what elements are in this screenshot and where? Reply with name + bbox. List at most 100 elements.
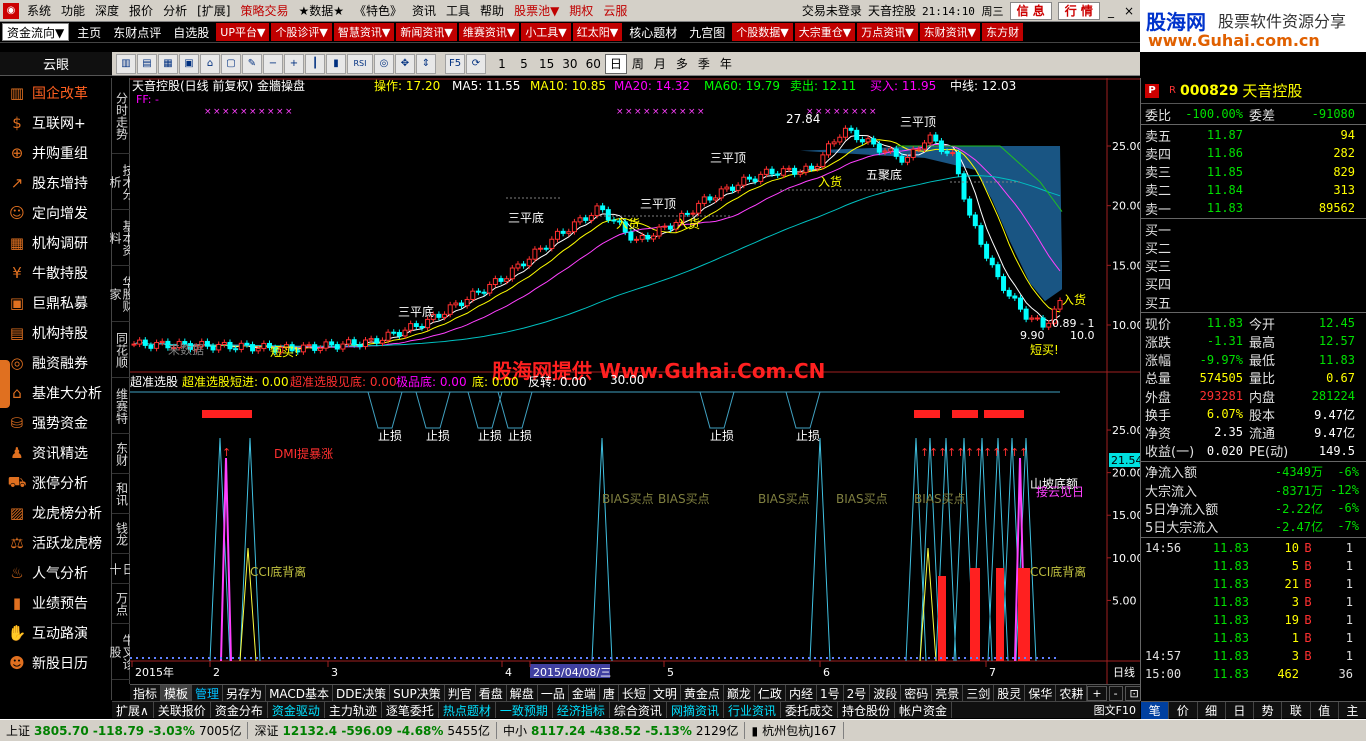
menu-system[interactable]: 系统 — [22, 2, 56, 19]
indicator-tab[interactable]: 密码 — [901, 685, 933, 701]
info-button[interactable]: 信 息 — [1009, 1, 1052, 20]
left-nav-item[interactable]: ⛟ 涨停分析 — [0, 468, 111, 498]
red-sun-link[interactable]: 红太阳▼ — [572, 23, 623, 41]
dongcai-news-link[interactable]: 东财资讯▼ — [919, 23, 981, 41]
indicator-tab[interactable]: 仁政 — [755, 685, 786, 701]
left-nav-item[interactable]: ⚖ 活跃龙虎榜 — [0, 528, 111, 558]
left-nav-item[interactable]: ☻ 新股日历 — [0, 648, 111, 678]
indicator-tab[interactable]: 判官 — [445, 685, 476, 701]
extension-tab[interactable]: 资金分布 — [211, 702, 268, 718]
watchlist-link[interactable]: 自选股 — [167, 24, 215, 41]
menu-cloud[interactable]: 云服 — [598, 2, 632, 19]
f10-icon[interactable]: ▣ — [179, 53, 199, 74]
zoom-out-icon[interactable]: − — [263, 53, 283, 74]
indicator-tab[interactable]: 管理 — [192, 685, 224, 701]
extension-tab[interactable]: 关联报价 — [154, 702, 211, 718]
period-tab[interactable]: 60 — [582, 54, 605, 74]
collapse-handle[interactable] — [0, 360, 10, 408]
window-icon[interactable]: ▢ — [221, 53, 241, 74]
indicator-tab[interactable]: 金端 — [569, 685, 600, 701]
extension-tab[interactable]: 委托成交 — [781, 702, 838, 718]
wandian-news-link[interactable]: 万点资讯▼ — [857, 23, 918, 41]
f5-icon[interactable]: F5 — [445, 53, 465, 74]
quote-tab[interactable]: 势 — [1254, 701, 1283, 719]
period-tab[interactable]: 15 — [535, 54, 558, 74]
quote-tab[interactable]: 主 — [1339, 701, 1366, 719]
home-link[interactable]: 主页 — [71, 24, 107, 41]
market-button[interactable]: 行 情 — [1057, 1, 1100, 20]
tab-control-button[interactable]: ⊡ — [1124, 685, 1140, 701]
menu-tools[interactable]: 工具 — [441, 2, 475, 19]
indicator-tab[interactable]: 股灵 — [994, 685, 1026, 701]
indicator-tab[interactable]: 黄金点 — [681, 685, 724, 701]
indicator-tab[interactable]: 1号 — [817, 685, 844, 701]
menu-function[interactable]: 功能 — [56, 2, 90, 19]
up-down-icon[interactable]: ⇕ — [416, 53, 436, 74]
volume-icon[interactable]: ▦ — [158, 53, 178, 74]
vertical-tab[interactable]: 万点 — [112, 584, 130, 624]
indicator-tab[interactable]: 解盘 — [507, 685, 538, 701]
candle-icon[interactable]: ▮ — [326, 53, 346, 74]
left-nav-item[interactable]: ⊕ 并购重组 — [0, 138, 111, 168]
indicator-tab[interactable]: 波段 — [870, 685, 902, 701]
extension-tab[interactable]: 网摘资讯 — [667, 702, 724, 718]
vertical-tab[interactable]: 东财 — [112, 434, 130, 474]
move-icon[interactable]: ✥ — [395, 53, 415, 74]
shanghai-index[interactable]: 上证 3805.70 -118.79 -3.03% 7005亿 — [0, 722, 249, 739]
period-tab[interactable]: 周 — [627, 54, 649, 74]
left-nav-item[interactable]: ✋ 互动路演 — [0, 618, 111, 648]
menu-special[interactable]: 《特色》 — [349, 2, 407, 19]
extension-tab[interactable]: 逐笔委托 — [382, 702, 439, 718]
indicator-tab[interactable]: 三剑 — [963, 685, 995, 701]
close-icon[interactable]: × — [1122, 4, 1136, 18]
left-nav-item[interactable]: ▮ 业绩预告 — [0, 588, 111, 618]
quote-tab[interactable]: 细 — [1198, 701, 1226, 719]
period-tab[interactable]: 1 — [491, 54, 513, 74]
indicator-tab[interactable]: 模板 — [161, 685, 193, 701]
extension-tab[interactable]: 热点题材 — [439, 702, 496, 718]
shenzhen-index[interactable]: 深证 12132.4 -596.09 -4.68% 5455亿 — [248, 722, 497, 739]
vertical-tab[interactable]: 华股财家 — [108, 266, 135, 322]
indicator-tab[interactable]: 巅龙 — [724, 685, 755, 701]
menu-stock-pool[interactable]: 股票池▼ — [509, 2, 564, 19]
tick-icon[interactable]: ▤ — [137, 53, 157, 74]
vertical-tab[interactable]: 分时走势 — [112, 78, 130, 154]
left-nav-item[interactable]: $ 互联网+ — [0, 108, 111, 138]
quote-tab[interactable]: 日 — [1226, 701, 1254, 719]
menu-data[interactable]: ★数据★ — [293, 2, 349, 19]
indicator-tab[interactable]: 保华 — [1025, 685, 1057, 701]
left-nav-item[interactable]: ▤ 机构持股 — [0, 318, 111, 348]
indicator-tab[interactable]: 农耕 — [1056, 685, 1088, 701]
vertical-tab[interactable]: 和讯 — [112, 474, 130, 514]
filter-icon[interactable]: ⌂ — [200, 53, 220, 74]
block-holding-link[interactable]: 大宗重仓▼ — [794, 23, 856, 41]
period-tab[interactable]: 多 — [671, 54, 693, 74]
extension-tab[interactable]: 扩展∧ — [112, 702, 154, 718]
vertical-tab[interactable]: 同花顺 — [112, 322, 130, 378]
f10-tab[interactable]: 图文F10 — [1090, 702, 1140, 718]
quote-tab[interactable]: 笔 — [1141, 701, 1170, 719]
vertical-tab[interactable]: 钱龙 — [112, 514, 130, 554]
left-nav-item[interactable]: ▣ 巨鼎私募 — [0, 288, 111, 318]
tab-control-button[interactable]: + — [1087, 685, 1107, 701]
period-tab[interactable]: 月 — [649, 54, 671, 74]
menu-news[interactable]: 资讯 — [407, 2, 441, 19]
extension-tab[interactable]: 帐户资金 — [895, 702, 953, 718]
indicator-tab[interactable]: 长短 — [619, 685, 650, 701]
left-nav-item[interactable]: ♟ 资讯精选 — [0, 438, 111, 468]
indicator-tab[interactable]: 文明 — [650, 685, 681, 701]
left-nav-item[interactable]: ⌂ 基准大分析 — [0, 378, 111, 408]
weisai-news-link[interactable]: 维赛资讯▼ — [458, 23, 520, 41]
dongfang-link[interactable]: 东方财 — [982, 23, 1024, 41]
indicator-tab[interactable]: MACD基本 — [266, 685, 334, 701]
left-nav-item[interactable]: ⛁ 强势资金 — [0, 408, 111, 438]
left-nav-item[interactable]: ▦ 机构调研 — [0, 228, 111, 258]
menu-analysis[interactable]: 分析 — [158, 2, 192, 19]
quote-tab[interactable]: 价 — [1169, 701, 1198, 719]
left-nav-item[interactable]: ☺ 定向增发 — [0, 198, 111, 228]
menu-quote[interactable]: 报价 — [124, 2, 158, 19]
stock-review-link[interactable]: 个股诊评▼ — [271, 23, 332, 41]
indicator-tab[interactable]: 一品 — [538, 685, 569, 701]
extension-tab[interactable]: 主力轨迹 — [325, 702, 382, 718]
target-icon[interactable]: ◎ — [374, 53, 394, 74]
